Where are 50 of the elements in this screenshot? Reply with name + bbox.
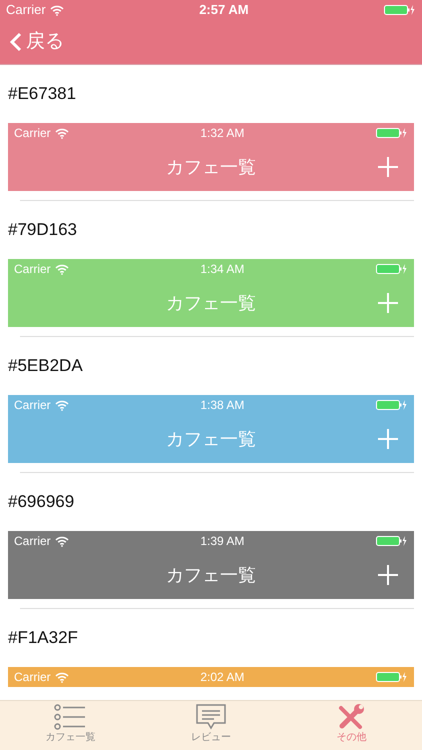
status-time: 1:39 AM: [200, 533, 244, 550]
wifi-icon: [54, 264, 69, 274]
tab-item[interactable]: その他: [281, 701, 422, 750]
battery-icon: [384, 4, 416, 16]
color-code-label: #79D163: [8, 219, 78, 242]
back-button[interactable]: 戻る: [10, 28, 64, 56]
battery-icon: [376, 535, 408, 547]
theme-preview[interactable]: Carrier 1:32 AM カフェ一覧: [8, 123, 414, 191]
tab-item[interactable]: レビュー: [140, 701, 282, 750]
carrier-label: Carrier: [14, 261, 51, 278]
color-code-label: #E67381: [8, 83, 76, 106]
status-time: 1:38 AM: [200, 397, 244, 414]
battery-icon: [376, 127, 408, 139]
theme-preview[interactable]: Carrier 1:38 AM カフェ一覧: [8, 395, 414, 463]
status-time: 2:57 AM: [199, 1, 249, 20]
theme-preview[interactable]: Carrier 1:34 AM カフェ一覧: [8, 259, 414, 327]
preview-title: カフェ一覧: [166, 428, 256, 450]
wifi-icon: [50, 4, 64, 16]
plus-icon: [378, 157, 398, 177]
preview-title: カフェ一覧: [166, 564, 256, 586]
status-time: 2:02 AM: [200, 669, 244, 686]
carrier-label: Carrier: [14, 533, 51, 550]
wrench-screwdriver-icon: [337, 704, 366, 730]
theme-preview[interactable]: Carrier 1:39 AM カフェ一覧: [8, 531, 414, 599]
wifi-icon: [54, 672, 69, 682]
carrier-label: Carrier: [6, 1, 46, 20]
carrier-label: Carrier: [14, 125, 51, 142]
tab-item[interactable]: カフェ一覧: [0, 701, 141, 750]
battery-icon: [376, 399, 408, 411]
speech-bubble-icon: [196, 704, 226, 730]
carrier-label: Carrier: [14, 669, 51, 686]
status-time: 1:32 AM: [200, 125, 244, 142]
theme-preview[interactable]: Carrier 2:02 AM: [8, 667, 414, 687]
battery-icon: [376, 263, 408, 275]
carrier-label: Carrier: [14, 397, 51, 414]
battery-icon: [376, 671, 408, 683]
plus-icon: [378, 429, 398, 449]
color-code-label: #696969: [8, 491, 74, 514]
color-code-label: #F1A32F: [8, 627, 78, 650]
chevron-left-icon: [10, 32, 22, 52]
wifi-icon: [54, 400, 69, 410]
plus-icon: [378, 293, 398, 313]
wifi-icon: [54, 536, 69, 546]
color-code-label: #5EB2DA: [8, 355, 83, 378]
list-icon: [54, 704, 86, 730]
wifi-icon: [54, 128, 69, 138]
preview-title: カフェ一覧: [166, 292, 256, 314]
preview-title: カフェ一覧: [166, 156, 256, 178]
status-time: 1:34 AM: [200, 261, 244, 278]
plus-icon: [378, 565, 398, 585]
